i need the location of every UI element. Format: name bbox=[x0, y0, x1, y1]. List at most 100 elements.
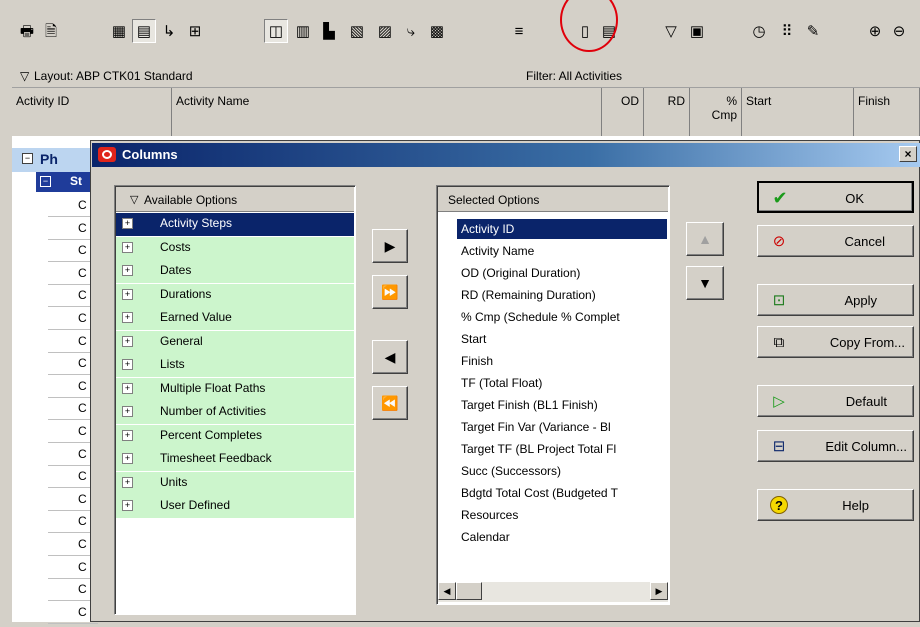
col-pct-cmp[interactable]: % Cmp bbox=[690, 88, 742, 136]
selected-option[interactable]: OD (Original Duration) bbox=[461, 266, 580, 280]
collapse-icon[interactable]: − bbox=[22, 153, 33, 164]
col-start[interactable]: Start bbox=[742, 88, 854, 136]
close-button[interactable]: × bbox=[899, 146, 917, 162]
help-button[interactable]: ? Help bbox=[757, 489, 914, 521]
selected-options-panel[interactable]: Selected Options Activity ID Activity Nam… bbox=[436, 185, 670, 605]
move-down-button[interactable]: ▼ bbox=[686, 266, 724, 300]
baseline-icon[interactable]: ▧ bbox=[346, 20, 368, 42]
horizontal-scrollbar[interactable]: ◀ ▶ bbox=[438, 582, 668, 602]
layout-icon[interactable]: ◫ bbox=[264, 19, 288, 43]
copy-from-button[interactable]: ⧉ Copy From... bbox=[757, 326, 914, 358]
expand-icon[interactable]: + bbox=[122, 288, 133, 300]
bars-icon[interactable]: ▥ bbox=[292, 20, 314, 42]
expand-icon[interactable]: + bbox=[122, 453, 133, 464]
expand-icon[interactable]: + bbox=[122, 265, 133, 276]
print-icon[interactable]: 🖶 bbox=[16, 20, 38, 42]
level-icon[interactable]: ⠿ bbox=[776, 20, 798, 42]
expand-icon[interactable]: + bbox=[122, 359, 133, 370]
available-option[interactable]: + Percent Completes bbox=[116, 424, 354, 448]
col-pct-top: % bbox=[726, 94, 737, 108]
selected-option[interactable]: Calendar bbox=[461, 530, 510, 544]
timescale-icon[interactable]: ≡ bbox=[508, 20, 530, 42]
step-label: St bbox=[70, 174, 82, 188]
progress-icon[interactable]: ✎ bbox=[802, 20, 824, 42]
cancel-button[interactable]: ⊘ Cancel bbox=[757, 225, 914, 257]
available-option[interactable]: + General bbox=[116, 330, 354, 354]
table-icon[interactable]: ▦ bbox=[108, 20, 130, 42]
available-options-panel[interactable]: ▽ Available Options + Activity Steps + Cost… bbox=[114, 185, 356, 615]
move-up-button[interactable]: ▲ bbox=[686, 222, 724, 256]
col-activity-name[interactable]: Activity Name bbox=[172, 88, 602, 136]
group-sort-icon[interactable]: ▣ bbox=[686, 20, 708, 42]
selected-option[interactable]: RD (Remaining Duration) bbox=[461, 288, 596, 302]
print-preview-icon[interactable]: 🗎 bbox=[40, 20, 62, 42]
zoom-in-icon[interactable]: ⊕ bbox=[864, 20, 886, 42]
selected-option[interactable]: Finish bbox=[461, 354, 493, 368]
selected-option[interactable]: Target Fin Var (Variance - Bl bbox=[461, 420, 611, 434]
logic-icon[interactable]: ⤷ bbox=[400, 20, 422, 42]
available-option[interactable]: + Units bbox=[116, 471, 354, 495]
available-option[interactable]: + Activity Steps bbox=[116, 213, 354, 236]
table-split-icon[interactable]: ▤ bbox=[132, 19, 156, 43]
available-option[interactable]: + Durations bbox=[116, 283, 354, 307]
filter-label[interactable]: Filter: All Activities bbox=[526, 69, 622, 83]
remove-all-button[interactable]: ⏪ bbox=[372, 386, 408, 420]
col-finish[interactable]: Finish bbox=[854, 88, 920, 136]
expand-icon[interactable]: + bbox=[122, 406, 133, 417]
expand-icon[interactable]: + bbox=[122, 382, 133, 394]
tree-icon[interactable]: ↳ bbox=[158, 20, 180, 42]
expand-icon[interactable]: + bbox=[122, 218, 133, 229]
selected-option[interactable]: Bdgtd Total Cost (Budgeted T bbox=[461, 486, 618, 500]
available-option[interactable]: + Costs bbox=[116, 236, 354, 260]
step-row[interactable]: − St bbox=[36, 172, 98, 192]
default-button[interactable]: ▷ Default bbox=[757, 385, 914, 417]
expand-icon[interactable]: + bbox=[122, 335, 133, 347]
expand-icon[interactable]: + bbox=[122, 312, 133, 323]
collapse-icon[interactable]: − bbox=[40, 176, 51, 187]
selected-option[interactable]: TF (Total Float) bbox=[461, 376, 542, 390]
available-option[interactable]: + Dates bbox=[116, 260, 354, 283]
selected-option[interactable]: Resources bbox=[461, 508, 518, 522]
apply-button[interactable]: ⊡ Apply bbox=[757, 284, 914, 316]
resource-icon[interactable]: ▨ bbox=[374, 20, 396, 42]
remove-button[interactable]: ◀ bbox=[372, 340, 408, 374]
spreadsheet-icon[interactable]: ▩ bbox=[426, 20, 448, 42]
available-option[interactable]: + Timesheet Feedback bbox=[116, 448, 354, 471]
selected-option[interactable]: Activity Name bbox=[461, 244, 534, 258]
scroll-thumb[interactable] bbox=[456, 582, 482, 600]
col-rd[interactable]: RD bbox=[644, 88, 690, 136]
available-option[interactable]: + Number of Activities bbox=[116, 401, 354, 424]
available-option[interactable]: + User Defined bbox=[116, 495, 354, 518]
expand-icon[interactable]: + bbox=[122, 500, 133, 511]
gantt-icon[interactable]: ▙ bbox=[318, 20, 340, 42]
selected-option[interactable]: Start bbox=[461, 332, 486, 346]
available-options-header[interactable]: ▽ Available Options bbox=[116, 187, 354, 212]
col-activity-id[interactable]: Activity ID bbox=[12, 88, 172, 136]
expand-icon[interactable]: + bbox=[122, 476, 133, 488]
available-option[interactable]: + Earned Value bbox=[116, 307, 354, 330]
selected-option[interactable]: Succ (Successors) bbox=[461, 464, 561, 478]
scroll-left-icon[interactable]: ◀ bbox=[438, 582, 456, 600]
dialog-titlebar[interactable]: Columns × bbox=[92, 143, 920, 167]
selected-option[interactable]: Activity ID bbox=[461, 222, 514, 236]
add-all-button[interactable]: ⏩ bbox=[372, 275, 408, 309]
network-icon[interactable]: ⊞ bbox=[184, 20, 206, 42]
add-button[interactable]: ▶ bbox=[372, 229, 408, 263]
selected-option[interactable]: Target Finish (BL1 Finish) bbox=[461, 398, 598, 412]
selected-option[interactable]: % Cmp (Schedule % Complet bbox=[461, 310, 620, 324]
available-option[interactable]: + Lists bbox=[116, 354, 354, 377]
col-od[interactable]: OD bbox=[602, 88, 644, 136]
filter-icon[interactable]: ▽ bbox=[660, 20, 682, 42]
layout-chevron-icon[interactable]: ▽ bbox=[20, 69, 29, 83]
expand-icon[interactable]: + bbox=[122, 429, 133, 441]
zoom-out-icon[interactable]: ⊖ bbox=[888, 20, 910, 42]
phase-row[interactable]: − Ph bbox=[12, 148, 98, 172]
expand-icon[interactable]: + bbox=[122, 241, 133, 253]
edit-column-button[interactable]: ⊟ Edit Column... bbox=[757, 430, 914, 462]
available-option[interactable]: + Multiple Float Paths bbox=[116, 377, 354, 401]
layout-label[interactable]: Layout: ABP CTK01 Standard bbox=[34, 69, 193, 83]
scroll-right-icon[interactable]: ▶ bbox=[650, 582, 668, 600]
selected-option[interactable]: Target TF (BL Project Total Fl bbox=[461, 442, 616, 456]
schedule-icon[interactable]: ◷ bbox=[748, 20, 770, 42]
ok-button[interactable]: ✔ OK bbox=[757, 181, 914, 213]
